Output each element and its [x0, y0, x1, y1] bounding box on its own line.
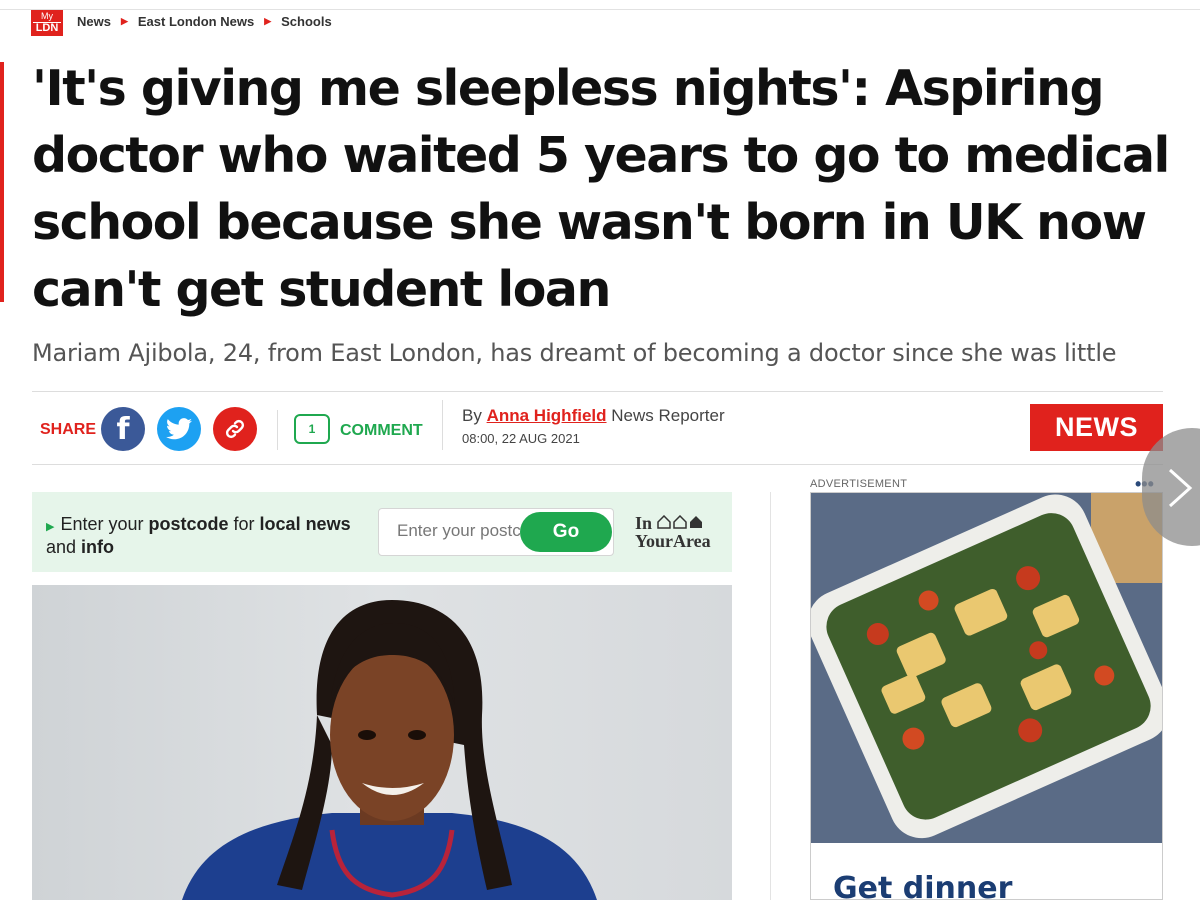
logo-top-text: My — [41, 11, 53, 21]
section-badge[interactable]: NEWS — [1030, 404, 1163, 451]
arrow-icon: ▶ — [46, 521, 55, 533]
breadcrumb-news[interactable]: News — [77, 14, 111, 29]
twitter-icon — [166, 418, 192, 440]
divider — [32, 391, 1163, 392]
divider — [442, 400, 443, 450]
ad-image — [811, 493, 1162, 843]
breadcrumb: News ▶ East London News ▶ Schools — [77, 14, 332, 29]
myldn-logo[interactable]: My LDN — [31, 10, 63, 36]
postcode-widget: ▶ Enter your postcode for local news and i… — [32, 492, 732, 572]
prompt-bold: info — [81, 537, 115, 557]
food-dish-illustration — [811, 493, 1162, 843]
postcode-go-button[interactable]: Go — [520, 512, 612, 552]
portrait-illustration — [182, 600, 597, 900]
prompt-text: and — [46, 537, 82, 557]
advertisement-label: ADVERTISEMENT — [810, 478, 908, 490]
headline-accent-bar — [0, 62, 4, 302]
comment-link[interactable]: COMMENT — [340, 422, 423, 440]
houses-icon — [656, 514, 702, 529]
byline-prefix: By — [462, 406, 482, 425]
comment-count-badge[interactable]: 1 — [294, 414, 330, 444]
divider — [32, 464, 1163, 465]
column-divider — [770, 492, 771, 900]
facebook-share-button[interactable]: f — [101, 407, 145, 451]
copy-link-button[interactable] — [213, 407, 257, 451]
chevron-right-icon — [1168, 468, 1193, 508]
breadcrumb-arrow-icon: ▶ — [120, 16, 128, 26]
breadcrumb-schools[interactable]: Schools — [281, 14, 332, 29]
prompt-bold: local news — [259, 514, 351, 534]
article-headline: 'It's giving me sleepless nights': Aspir… — [32, 60, 1170, 318]
prompt-text: Enter your — [60, 514, 149, 534]
ad-headline: Get dinner — [833, 871, 1013, 900]
breadcrumb-east-london-news[interactable]: East London News — [138, 14, 254, 29]
postcode-prompt: ▶ Enter your postcode for local news and i… — [46, 514, 386, 557]
top-border — [0, 0, 1200, 10]
byline: By Anna Highfield News Reporter — [462, 406, 725, 426]
brand-top: In — [635, 513, 653, 533]
inyourarea-logo[interactable]: In YourArea — [635, 514, 711, 550]
article-standfirst: Mariam Ajibola, 24, from East London, ha… — [32, 339, 1117, 367]
prompt-text: for — [228, 514, 260, 534]
link-icon — [225, 419, 245, 439]
facebook-icon: f — [116, 411, 130, 447]
breadcrumb-arrow-icon: ▶ — [264, 16, 272, 26]
article-photo[interactable] — [32, 585, 732, 900]
advertisement[interactable]: Get dinner — [810, 492, 1163, 900]
prompt-bold: postcode — [148, 514, 229, 534]
divider — [277, 410, 278, 450]
brand-bottom: YourArea — [635, 531, 711, 551]
publish-date: 08:00, 22 AUG 2021 — [462, 431, 580, 446]
comment-count: 1 — [308, 422, 316, 436]
author-role: News Reporter — [611, 406, 725, 425]
author-link[interactable]: Anna Highfield — [487, 406, 607, 425]
share-label: SHARE — [40, 421, 97, 438]
twitter-share-button[interactable] — [157, 407, 201, 451]
logo-bottom-text: LDN — [33, 22, 61, 34]
